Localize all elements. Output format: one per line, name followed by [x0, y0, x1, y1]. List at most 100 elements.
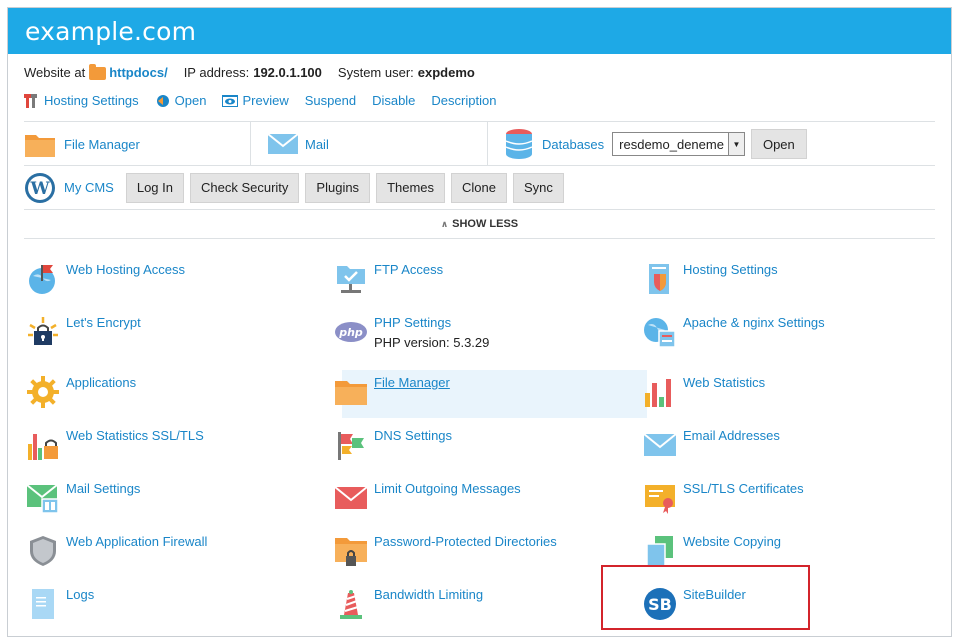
- ftp-access-label: FTP Access: [374, 262, 444, 277]
- ftp-icon: [334, 262, 368, 296]
- panel-header: example.com: [8, 8, 951, 54]
- ip-label: IP address:: [183, 65, 250, 80]
- shield-icon: [26, 534, 60, 568]
- lets-encrypt-label: Let's Encrypt: [66, 315, 141, 330]
- file-manager-tool-label: File Manager: [374, 375, 450, 390]
- tool-php-settings[interactable]: php PHP Settings PHP version: 5.3.29: [334, 315, 489, 350]
- globe-flag-icon: [26, 262, 60, 296]
- cms-login-button[interactable]: Log In: [125, 172, 184, 203]
- cms-themes-button[interactable]: Themes: [376, 172, 446, 203]
- eye-icon: [222, 94, 239, 107]
- disable-link[interactable]: Disable: [372, 93, 415, 108]
- tool-web-statistics[interactable]: Web Statistics: [643, 375, 765, 409]
- quick-file-manager[interactable]: File Manager: [24, 122, 251, 166]
- waf-label: Web Application Firewall: [66, 534, 208, 549]
- chevron-down-icon: ▼: [727, 133, 744, 155]
- database-select[interactable]: resdemo_deneme ▼: [612, 132, 745, 156]
- cms-clone-button[interactable]: Clone: [451, 172, 507, 203]
- mail-settings-label: Mail Settings: [66, 481, 141, 496]
- tool-website-copying[interactable]: Website Copying: [643, 534, 781, 568]
- dns-settings-label: DNS Settings: [374, 428, 453, 443]
- svg-text:php: php: [338, 326, 363, 339]
- apache-nginx-icon: [643, 315, 677, 349]
- tools-icon: [24, 93, 37, 108]
- file-manager-label: File Manager: [64, 136, 140, 152]
- mail-icon: [267, 133, 299, 154]
- tool-hosting-settings[interactable]: Hosting Settings: [643, 262, 778, 296]
- quick-mail[interactable]: Mail: [251, 122, 488, 166]
- bandwidth-label: Bandwidth Limiting: [374, 587, 484, 602]
- stats-lock-icon: [26, 428, 60, 462]
- tool-applications[interactable]: Applications: [26, 375, 136, 409]
- mail-icon: [643, 428, 677, 462]
- bandwidth-icon: [334, 587, 368, 621]
- cms-sync-button[interactable]: Sync: [513, 172, 564, 203]
- tool-bandwidth[interactable]: Bandwidth Limiting: [334, 587, 483, 621]
- dns-icon: [334, 428, 368, 462]
- description-link[interactable]: Description: [431, 93, 496, 108]
- quick-access-row: File Manager Mail Databases resdemo_dene…: [24, 121, 935, 166]
- tool-ftp-access[interactable]: FTP Access: [334, 262, 443, 296]
- mail-limit-icon: [334, 481, 368, 515]
- website-actions: Hosting Settings Open Preview Suspend Di…: [24, 93, 496, 108]
- databases-link[interactable]: Databases: [542, 137, 604, 152]
- open-label: Open: [174, 93, 207, 108]
- database-select-value: resdemo_deneme: [619, 136, 724, 152]
- cms-row: W My CMS Log In Check Security Plugins T…: [24, 165, 935, 209]
- tool-web-stats-ssl[interactable]: Web Statistics SSL/TLS: [26, 428, 204, 462]
- tool-limit-outgoing[interactable]: Limit Outgoing Messages: [334, 481, 521, 515]
- show-less-label: SHOW LESS: [452, 218, 519, 230]
- logs-label: Logs: [66, 587, 95, 602]
- docroot-link[interactable]: httpdocs/: [109, 65, 168, 80]
- applications-label: Applications: [66, 375, 137, 390]
- preview-link[interactable]: Preview: [222, 93, 289, 108]
- ssl-certs-label: SSL/TLS Certificates: [683, 481, 804, 496]
- domain-panel: example.com Website at httpdocs/ IP addr…: [7, 7, 952, 637]
- tool-ssl-certs[interactable]: SSL/TLS Certificates: [643, 481, 804, 515]
- folder-lock-icon: [334, 534, 368, 568]
- web-hosting-access-label: Web Hosting Access: [66, 262, 185, 277]
- tool-logs[interactable]: Logs: [26, 587, 94, 621]
- email-addresses-label: Email Addresses: [683, 428, 780, 443]
- bar-chart-icon: [643, 375, 677, 409]
- hosting-settings-tool-label: Hosting Settings: [683, 262, 778, 277]
- password-dirs-label: Password-Protected Directories: [374, 534, 557, 549]
- php-settings-label: PHP Settings: [374, 315, 452, 330]
- domain-title: example.com: [25, 16, 197, 46]
- website-copying-label: Website Copying: [683, 534, 782, 549]
- web-statistics-label: Web Statistics: [683, 375, 766, 390]
- website-info: Website at httpdocs/ IP address: 192.0.1…: [24, 64, 475, 80]
- open-link[interactable]: Open: [155, 93, 207, 108]
- apache-nginx-label: Apache & nginx Settings: [683, 315, 825, 330]
- ip-value: 192.0.1.100: [253, 65, 322, 80]
- tool-email-addresses[interactable]: Email Addresses: [643, 428, 780, 462]
- tool-file-manager[interactable]: File Manager: [334, 375, 450, 409]
- tool-password-dirs[interactable]: Password-Protected Directories: [334, 534, 557, 568]
- tool-lets-encrypt[interactable]: Let's Encrypt: [26, 315, 141, 349]
- tool-apache-nginx[interactable]: Apache & nginx Settings: [643, 315, 825, 349]
- database-open-button[interactable]: Open: [750, 129, 807, 159]
- tool-mail-settings[interactable]: Mail Settings: [26, 481, 140, 515]
- folder-icon: [25, 135, 55, 157]
- cms-label[interactable]: My CMS: [64, 180, 114, 195]
- log-file-icon: [26, 587, 60, 621]
- gear-icon: [26, 375, 60, 409]
- copy-icon: [643, 534, 677, 568]
- php-icon: php: [334, 315, 368, 349]
- hosting-settings-link[interactable]: Hosting Settings: [24, 93, 139, 108]
- folder-icon: [89, 64, 107, 80]
- chevron-up-icon: ∧: [440, 218, 449, 229]
- limit-outgoing-label: Limit Outgoing Messages: [374, 481, 521, 496]
- php-version-text: PHP version: 5.3.29: [374, 335, 490, 350]
- show-less-toggle[interactable]: ∧ SHOW LESS: [24, 209, 935, 239]
- lock-sun-icon: [26, 315, 60, 349]
- mail-label: Mail: [305, 136, 329, 152]
- cms-check-security-button[interactable]: Check Security: [190, 172, 300, 203]
- tool-waf[interactable]: Web Application Firewall: [26, 534, 207, 568]
- mail-settings-icon: [26, 481, 60, 515]
- cms-plugins-button[interactable]: Plugins: [305, 172, 371, 203]
- tool-dns-settings[interactable]: DNS Settings: [334, 428, 452, 462]
- tool-web-hosting-access[interactable]: Web Hosting Access: [26, 262, 185, 296]
- suspend-link[interactable]: Suspend: [305, 93, 356, 108]
- website-prefix: Website at: [24, 65, 86, 80]
